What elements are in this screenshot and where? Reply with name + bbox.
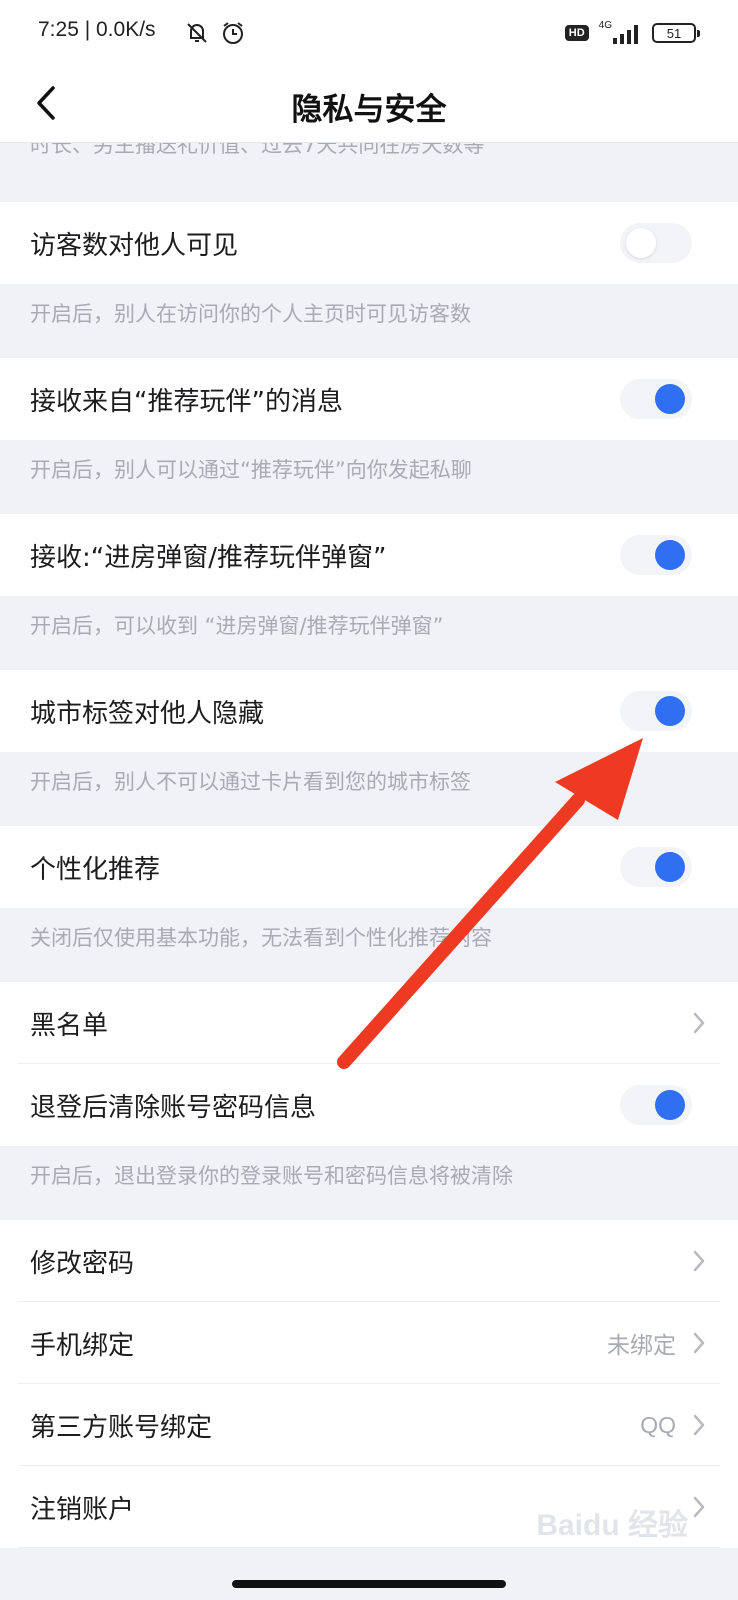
phone-binding-status: 未绑定 bbox=[607, 1332, 676, 1358]
clear-on-logout-toggle[interactable] bbox=[620, 1085, 692, 1125]
setting-row-clear-on-logout: 退登后清除账号密码信息 bbox=[0, 1064, 738, 1146]
blacklist-row[interactable]: 黑名单 bbox=[0, 982, 738, 1064]
setting-label: 访客数对他人可见 bbox=[30, 230, 239, 261]
hide-city-tag-toggle[interactable] bbox=[620, 691, 692, 731]
status-indicators: HD 4G 51 bbox=[564, 19, 700, 46]
phone-binding-row[interactable]: 手机绑定 未绑定 bbox=[0, 1302, 738, 1384]
toggle-knob bbox=[655, 1090, 685, 1120]
setting-label: 黑名单 bbox=[30, 1010, 109, 1041]
home-indicator[interactable] bbox=[232, 1580, 506, 1588]
setting-label: 退登后清除账号密码信息 bbox=[30, 1092, 317, 1123]
chevron-right-icon bbox=[690, 1492, 708, 1522]
setting-label: 第三方账号绑定 bbox=[30, 1412, 213, 1443]
setting-description: 开启后，退出登录你的登录账号和密码信息将被清除 bbox=[0, 1146, 738, 1210]
alarm-icon bbox=[223, 22, 243, 44]
setting-row-visitor-count: 访客数对他人可见 bbox=[0, 202, 738, 284]
chevron-right-icon bbox=[690, 1328, 708, 1358]
setting-label: 手机绑定 bbox=[30, 1330, 135, 1361]
settings-list: 时长、另主播送礼价值、过去7天共同在房天数等 访客数对他人可见 开启后，别人在访… bbox=[0, 142, 738, 1548]
setting-label: 接收来自“推荐玩伴”的消息 bbox=[30, 386, 343, 417]
setting-description: 开启后，别人可以通过“推荐玩伴”向你发起私聊 bbox=[0, 440, 738, 504]
status-bar: 7:25 | 0.0K/s HD 4G 51 bbox=[0, 0, 738, 64]
hd-badge: HD bbox=[564, 25, 589, 41]
setting-label: 个性化推荐 bbox=[30, 854, 161, 885]
setting-description-text: 开启后，别人可以通过“推荐玩伴”向你发起私聊 bbox=[30, 458, 472, 482]
setting-label: 接收:“进房弹窗/推荐玩伴弹窗” bbox=[30, 542, 387, 573]
third-party-binding-value: QQ bbox=[640, 1411, 676, 1438]
setting-row-personalized-recommend: 个性化推荐 bbox=[0, 826, 738, 908]
baidu-watermark: Baidu 经验 bbox=[536, 1509, 688, 1542]
setting-description: 关闭后仅使用基本功能，无法看到个性化推荐内容 bbox=[0, 908, 738, 972]
recommend-messages-toggle[interactable] bbox=[620, 379, 692, 419]
setting-row-room-popup: 接收:“进房弹窗/推荐玩伴弹窗” bbox=[0, 514, 738, 596]
setting-description: 时长、另主播送礼价值、过去7天共同在房天数等 bbox=[0, 142, 738, 202]
chevron-right-icon bbox=[690, 1008, 708, 1038]
change-password-row[interactable]: 修改密码 bbox=[0, 1220, 738, 1302]
signal-icon bbox=[613, 25, 638, 44]
setting-description-text: 开启后，别人在访问你的个人主页时可见访客数 bbox=[30, 302, 471, 326]
room-popup-toggle[interactable] bbox=[620, 535, 692, 575]
status-time: 7:25 | 0.0K/s bbox=[38, 18, 156, 41]
chevron-right-icon bbox=[690, 1410, 708, 1440]
navigation-bar: 隐私与安全 bbox=[0, 64, 738, 143]
setting-description: 开启后，别人不可以通过卡片看到您的城市标签 bbox=[0, 752, 738, 816]
toggle-knob bbox=[655, 540, 685, 570]
third-party-binding-row[interactable]: 第三方账号绑定 QQ bbox=[0, 1384, 738, 1466]
setting-description: 开启后，可以收到 “进房弹窗/推荐玩伴弹窗” bbox=[0, 596, 738, 660]
setting-row-recommend-messages: 接收来自“推荐玩伴”的消息 bbox=[0, 358, 738, 440]
setting-description-text: 关闭后仅使用基本功能，无法看到个性化推荐内容 bbox=[30, 926, 492, 950]
setting-description-text: 开启后，可以收到 “进房弹窗/推荐玩伴弹窗” bbox=[30, 614, 444, 638]
mute-bell-icon bbox=[187, 23, 207, 43]
network-type: 4G bbox=[598, 19, 612, 31]
setting-description-text: 时长、另主播送礼价值、过去7天共同在房天数等 bbox=[30, 142, 485, 157]
personalized-recommend-toggle[interactable] bbox=[620, 847, 692, 887]
setting-description: 开启后，别人在访问你的个人主页时可见访客数 bbox=[0, 284, 738, 348]
visitor-count-toggle[interactable] bbox=[620, 223, 692, 263]
battery-indicator: 51 bbox=[652, 23, 700, 43]
chevron-right-icon bbox=[690, 1246, 708, 1276]
toggle-knob bbox=[655, 852, 685, 882]
battery-level: 51 bbox=[666, 25, 682, 41]
setting-row-hide-city-tag: 城市标签对他人隐藏 bbox=[0, 670, 738, 752]
setting-label: 城市标签对他人隐藏 bbox=[30, 698, 265, 729]
setting-label: 修改密码 bbox=[30, 1248, 135, 1279]
setting-description-text: 开启后，别人不可以通过卡片看到您的城市标签 bbox=[30, 770, 471, 794]
page-title: 隐私与安全 bbox=[291, 92, 447, 128]
toggle-knob bbox=[655, 384, 685, 414]
setting-description-text: 开启后，退出登录你的登录账号和密码信息将被清除 bbox=[30, 1164, 513, 1188]
toggle-knob bbox=[655, 696, 685, 726]
toggle-knob bbox=[626, 228, 656, 258]
